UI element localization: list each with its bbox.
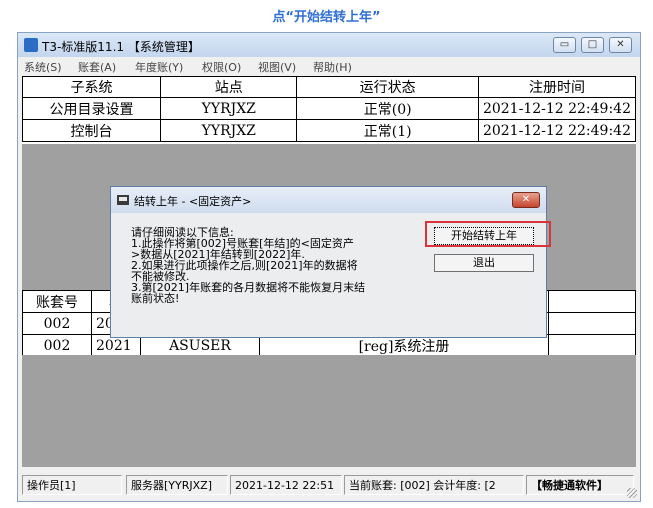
menu-bar: 系统(S) 账套(A) 年度账(Y) 权限(O) 视图(V) 帮助(H)	[18, 57, 640, 75]
menu-help[interactable]: 帮助(H)	[313, 59, 352, 75]
table-row[interactable]: 公用目录设置 YYRJXZ 正常(0) 2021-12-12 22:49:42	[21, 97, 637, 120]
close-button[interactable]: ✕	[609, 37, 632, 53]
resize-grip-icon[interactable]	[627, 488, 637, 498]
column-header-status: 运行状态	[296, 76, 479, 98]
exit-button[interactable]: 退出	[434, 254, 534, 272]
highlight-box	[425, 221, 551, 247]
cell-account-no: 002	[22, 334, 92, 357]
instruction-caption: 点“开始结转上年”	[272, 10, 381, 25]
cell-register-time: 2021-12-12 22:49:42	[477, 97, 637, 120]
cell-status: 正常(1)	[296, 119, 479, 142]
menu-permission[interactable]: 权限(O)	[202, 59, 241, 75]
menu-system[interactable]: 系统(S)	[24, 59, 62, 75]
column-header-account-no: 账套号	[22, 290, 92, 313]
dialog-close-button[interactable]: ✕	[512, 192, 540, 208]
window-title: T3-标准版11.1 【系统管理】	[42, 40, 200, 54]
status-datetime: 2021-12-12 22:51	[230, 475, 342, 495]
menu-view[interactable]: 视图(V)	[258, 59, 296, 75]
minimize-button[interactable]: ▭	[553, 37, 576, 53]
status-brand: 【畅捷通软件】	[526, 475, 634, 495]
column-header-register-time: 注册时间	[477, 76, 637, 98]
dialog-title-bar: 结转上年 - <固定资产> ✕	[111, 187, 546, 213]
menu-account[interactable]: 账套(A)	[78, 59, 116, 75]
cell-subsystem: 公用目录设置	[21, 97, 162, 120]
column-header-site: 站点	[160, 76, 298, 98]
cell-extra	[548, 312, 636, 335]
empty-panel-lower	[22, 355, 636, 467]
dialog-info-text: 请仔细阅读以下信息: 1.此操作将第[002]号账套[年结]的<固定资产 >数据…	[131, 227, 421, 304]
column-header-subsystem: 子系统	[21, 76, 162, 98]
cell-site: YYRJXZ	[160, 119, 298, 142]
status-bar: 操作员[1] 服务器[YYRJXZ] 2021-12-12 22:51 当前账套…	[22, 475, 636, 497]
status-account-info: 当前账套: [002] 会计年度: [2	[344, 475, 524, 495]
dialog-app-icon	[117, 195, 129, 205]
cell-extra	[548, 334, 636, 357]
subsystem-table: 子系统 站点 运行状态 注册时间 公用目录设置 YYRJXZ 正常(0) 202…	[21, 76, 637, 144]
cell-status: 正常(0)	[296, 97, 479, 120]
menu-year-account[interactable]: 年度账(Y)	[135, 59, 183, 75]
title-bar: T3-标准版11.1 【系统管理】 ▭ □ ✕	[18, 33, 640, 57]
cell-site: YYRJXZ	[160, 97, 298, 120]
carry-forward-dialog: 结转上年 - <固定资产> ✕ 请仔细阅读以下信息: 1.此操作将第[002]号…	[110, 186, 547, 338]
dialog-title: 结转上年 - <固定资产>	[134, 195, 252, 208]
cell-register-time: 2021-12-12 22:49:42	[477, 119, 637, 142]
info-line: 账前状态!	[131, 292, 180, 305]
table-row[interactable]: 控制台 YYRJXZ 正常(1) 2021-12-12 22:49:42	[21, 119, 637, 142]
column-header-extra	[548, 290, 636, 313]
cell-subsystem: 控制台	[21, 119, 162, 142]
cell-account-no: 002	[22, 312, 92, 335]
maximize-button[interactable]: □	[581, 37, 604, 53]
status-server: 服务器[YYRJXZ]	[126, 475, 228, 495]
table-header-row: 子系统 站点 运行状态 注册时间	[21, 76, 637, 98]
status-operator: 操作员[1]	[22, 475, 122, 495]
app-icon	[24, 38, 38, 52]
